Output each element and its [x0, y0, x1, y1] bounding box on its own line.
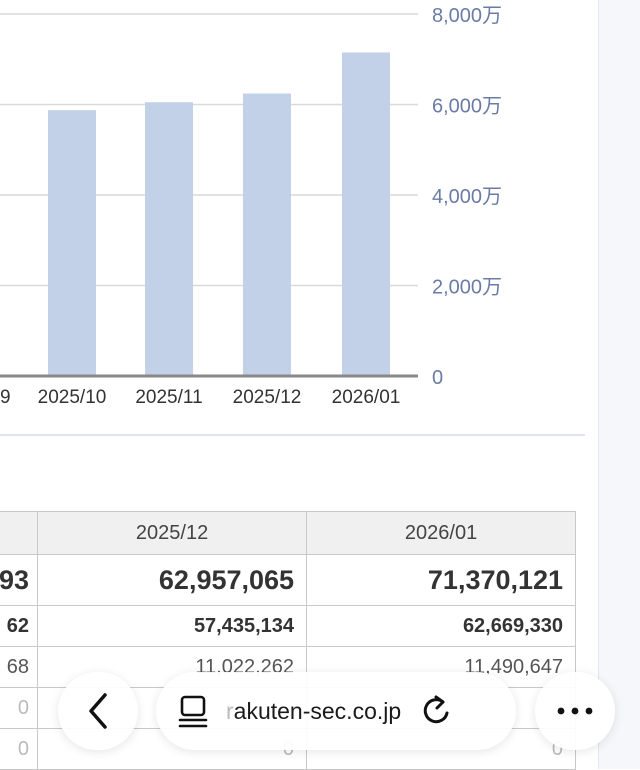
table-header-2025-12: 2025/12 [37, 511, 308, 555]
bar [145, 102, 193, 377]
table-cell: 57,435,134 [37, 605, 308, 647]
table-header-cut [0, 511, 39, 555]
table-cell: 62,669,330 [306, 605, 577, 647]
address-bar[interactable]: rakuten-sec.co.jp [156, 672, 516, 750]
y-tick-label: 2,000万 [432, 277, 502, 299]
more-options-button[interactable] [535, 672, 615, 750]
x-tick-label: 2025/10 [38, 387, 107, 408]
x-tick-label: 9 [0, 387, 11, 408]
bar [342, 52, 390, 377]
x-tick-label: 2025/12 [233, 387, 302, 408]
x-tick-label: 2026/01 [332, 387, 401, 408]
table-cell: 0 [17, 737, 30, 760]
y-tick-label: 8,000万 [432, 5, 502, 27]
bar [243, 93, 291, 377]
table-cell: 62,957,065 [37, 554, 308, 606]
table-cell: 62 [6, 614, 30, 637]
ellipsis-icon [555, 706, 595, 716]
table-cell: 93 [0, 564, 30, 595]
table-cell: 68 [6, 655, 30, 678]
table-header-2026-01: 2026/01 [306, 511, 577, 555]
table-header-row: 2025/12 2026/01 [0, 511, 577, 555]
table-row: 62 57,435,134 62,669,330 [0, 605, 577, 647]
chart-divider [0, 434, 585, 436]
y-tick-label: 4,000万 [432, 186, 502, 208]
y-tick-label: 6,000万 [432, 96, 502, 118]
table-cell: 0 [17, 696, 30, 719]
y-tick-label: 0 [432, 367, 443, 389]
balance-bar-chart: 0 2,000万 4,000万 6,000万 8,000万 9 2025/10 2025/11… [0, 5, 502, 408]
chevron-left-icon [83, 691, 113, 731]
bar [48, 110, 96, 376]
reader-mode-icon[interactable] [178, 694, 210, 728]
table-cell: 71,370,121 [306, 554, 577, 606]
scroll-rail [598, 0, 640, 769]
url-text: rakuten-sec.co.jp [226, 697, 402, 724]
table-row: 93 62,957,065 71,370,121 [0, 554, 577, 606]
reload-icon[interactable] [419, 693, 453, 729]
x-tick-label: 2025/11 [135, 387, 202, 408]
back-button[interactable] [58, 672, 138, 750]
